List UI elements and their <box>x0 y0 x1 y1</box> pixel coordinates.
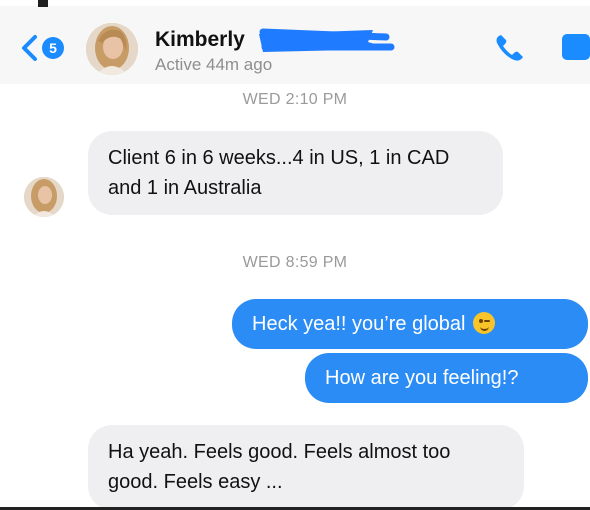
outgoing-message[interactable]: How are you feeling!? <box>305 353 588 403</box>
contact-name[interactable]: Kimberly <box>155 28 245 52</box>
contact-avatar[interactable] <box>86 23 138 75</box>
video-camera-icon[interactable] <box>562 34 590 60</box>
outgoing-message[interactable]: Heck yea!! you’re global <box>232 299 588 349</box>
back-button[interactable]: 5 <box>18 34 70 62</box>
top-edge-mark <box>38 0 48 7</box>
active-status: Active 44m ago <box>155 55 273 74</box>
redaction-scribble <box>259 28 395 52</box>
timestamp: WED 2:10 PM <box>242 91 348 108</box>
unread-count-badge: 5 <box>42 37 64 59</box>
timestamp: WED 8:59 PM <box>242 254 348 271</box>
incoming-message[interactable]: Ha yeah. Feels good. Feels almost too go… <box>88 425 524 510</box>
chevron-left-icon <box>22 35 37 61</box>
incoming-message[interactable]: Client 6 in 6 weeks...4 in US, 1 in CAD … <box>88 131 503 215</box>
message-sender-avatar <box>24 177 64 217</box>
top-edge <box>0 0 590 6</box>
winking-face-emoji <box>473 312 496 334</box>
message-text: Heck yea!! you’re global <box>252 313 466 335</box>
phone-icon[interactable] <box>492 30 526 64</box>
